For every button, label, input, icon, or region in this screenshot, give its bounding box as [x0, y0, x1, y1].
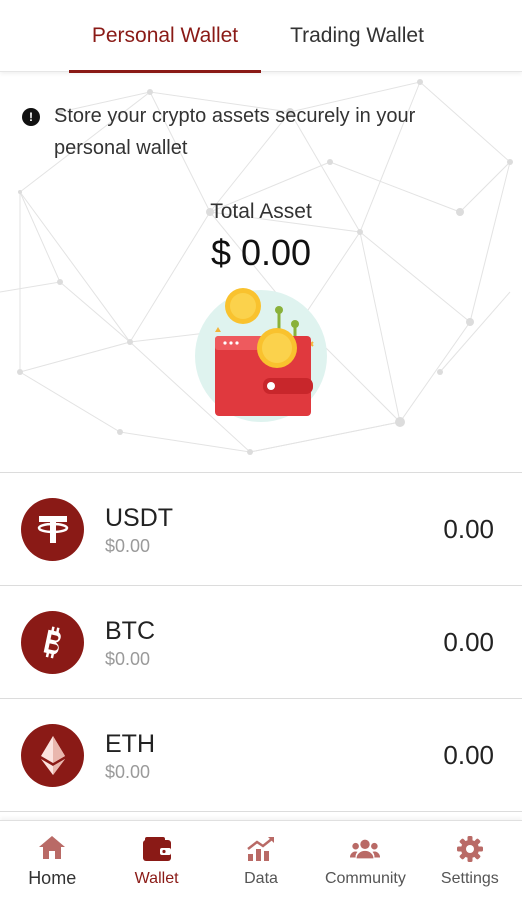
asset-row-eth[interactable]: ETH $0.00 0.00: [0, 699, 522, 812]
wallet-notice: ! Store your crypto assets securely in y…: [22, 100, 492, 164]
asset-symbol: USDT: [105, 503, 174, 532]
wallet-tabs: Personal Wallet Trading Wallet: [0, 0, 522, 73]
nav-community[interactable]: Community: [313, 821, 417, 900]
notice-text: Store your crypto assets securely in you…: [54, 105, 416, 159]
wallet-summary: ! Store your crypto assets securely in y…: [0, 72, 522, 472]
nav-data[interactable]: Data: [209, 821, 313, 900]
asset-symbol: ETH: [105, 729, 155, 758]
nav-home[interactable]: Home: [0, 821, 104, 900]
asset-symbol: BTC: [105, 616, 155, 645]
nav-settings[interactable]: Settings: [418, 821, 522, 900]
gear-icon: [455, 834, 485, 864]
home-icon: [37, 832, 67, 862]
nav-label: Data: [244, 869, 278, 887]
nav-wallet[interactable]: Wallet: [104, 821, 208, 900]
nav-label: Community: [324, 869, 406, 887]
asset-list: USDT $0.00 0.00 BTC $0.00 0.00 ETH $0.00…: [0, 472, 522, 812]
tab-trading-wallet[interactable]: Trading Wallet: [261, 0, 453, 72]
wallet-icon: [142, 834, 172, 864]
asset-amount: 0.00: [443, 739, 494, 770]
nav-label: Settings: [440, 869, 499, 887]
asset-row-usdt[interactable]: USDT $0.00 0.00: [0, 473, 522, 586]
asset-amount: 0.00: [443, 513, 494, 544]
tab-personal-wallet[interactable]: Personal Wallet: [69, 0, 261, 73]
asset-usd-value: $0.00: [105, 761, 151, 782]
total-asset-label: Total Asset: [210, 200, 312, 223]
bitcoin-icon: [21, 610, 84, 674]
asset-usd-value: $0.00: [105, 648, 151, 669]
asset-amount: 0.00: [443, 626, 494, 657]
community-icon: [350, 834, 381, 864]
asset-usd-value: $0.00: [105, 535, 151, 556]
tether-icon: [21, 497, 84, 561]
bottom-nav: Home Wallet Data Community Settings: [0, 820, 522, 900]
nav-label: Wallet: [134, 869, 179, 887]
total-asset-value: $ 0.00: [210, 232, 312, 273]
asset-row-btc[interactable]: BTC $0.00 0.00: [0, 586, 522, 699]
info-icon: !: [22, 108, 40, 126]
chart-icon: [246, 834, 276, 864]
wallet-illustration: [195, 288, 327, 422]
nav-label: Home: [28, 868, 77, 888]
ethereum-icon: [21, 723, 84, 787]
